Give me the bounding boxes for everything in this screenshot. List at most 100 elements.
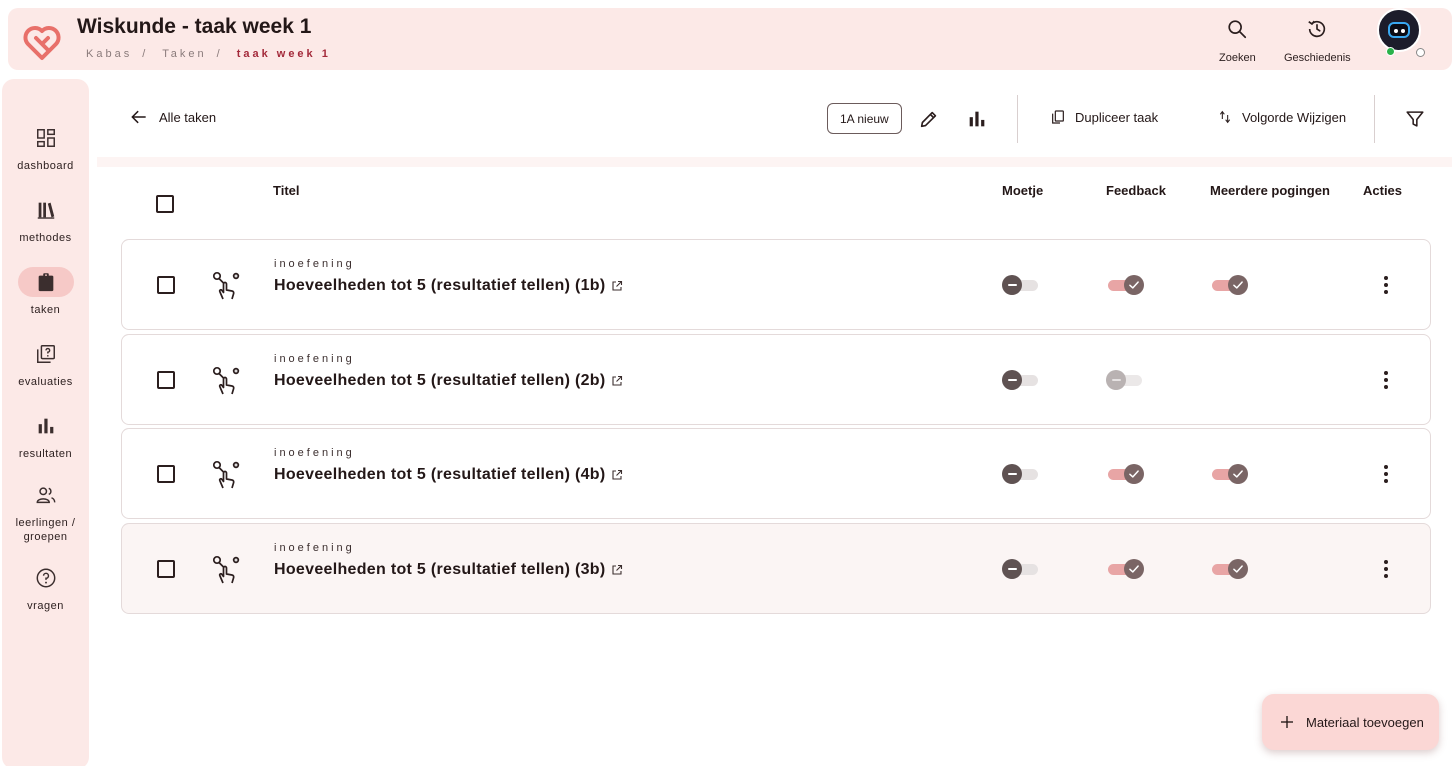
books-icon (37, 202, 54, 219)
moetje-toggle[interactable] (1002, 559, 1040, 579)
attempts-toggle[interactable] (1210, 275, 1248, 295)
task-title-link[interactable]: Hoeveelheden tot 5 (resultatief tellen) … (274, 466, 623, 484)
task-kind: inoefening (274, 542, 355, 554)
external-link-icon (612, 375, 623, 386)
class-chip[interactable]: 1A nieuw (827, 103, 902, 134)
bar-chart-icon[interactable] (966, 108, 988, 130)
duplicate-task-button[interactable]: Dupliceer taak (1050, 109, 1158, 125)
row-checkbox[interactable] (157, 465, 175, 483)
task-title: Hoeveelheden tot 5 (resultatief tellen) … (274, 372, 606, 389)
column-header-attempts: Meerdere pogingen (1210, 183, 1330, 198)
column-header-feedback: Feedback (1106, 183, 1166, 198)
row-actions-menu-icon[interactable] (1376, 274, 1396, 296)
clipboard-icon (38, 273, 53, 292)
interactive-exercise-icon (212, 366, 240, 395)
external-link-icon (612, 564, 623, 575)
table-row[interactable]: inoefening Hoeveelheden tot 5 (resultatie… (121, 428, 1431, 519)
interactive-exercise-icon (212, 555, 240, 584)
sidebar-item-dashboard[interactable]: dashboard (2, 123, 89, 173)
table-row[interactable]: inoefening Hoeveelheden tot 5 (resultatie… (121, 523, 1431, 614)
feedback-toggle[interactable] (1106, 559, 1144, 579)
arrow-left-icon (131, 110, 146, 124)
sidebar-item-label: dashboard (17, 160, 74, 172)
feedback-toggle[interactable] (1106, 464, 1144, 484)
row-checkbox[interactable] (157, 371, 175, 389)
settings-dot (1416, 48, 1425, 57)
task-toolbar: Alle taken 1A nieuw Dupliceer taak Volgo… (97, 79, 1452, 157)
row-actions-menu-icon[interactable] (1376, 558, 1396, 580)
history-label: Geschiedenis (1284, 52, 1351, 64)
page-title: Wiskunde - taak week 1 (77, 15, 312, 38)
toolbar-separator (97, 157, 1452, 167)
search-label: Zoeken (1219, 52, 1256, 64)
toolbar-divider (1017, 95, 1018, 143)
sidebar-item-label-2: groepen (23, 531, 68, 543)
sidebar-item-label: leerlingen / (15, 517, 76, 529)
table-row[interactable]: inoefening Hoeveelheden tot 5 (resultatie… (121, 334, 1431, 425)
task-title-link[interactable]: Hoeveelheden tot 5 (resultatief tellen) … (274, 561, 623, 579)
sidebar-item-label: methodes (19, 232, 72, 244)
duplicate-label: Dupliceer taak (1075, 109, 1159, 125)
row-actions-menu-icon[interactable] (1376, 463, 1396, 485)
feedback-toggle[interactable] (1106, 275, 1144, 295)
sidebar-item-label: evaluaties (18, 376, 73, 388)
table-row[interactable]: inoefening Hoeveelheden tot 5 (resultatie… (121, 239, 1431, 330)
reorder-button[interactable]: Volgorde Wijzigen (1217, 109, 1346, 125)
sidebar-item-taken[interactable]: taken (2, 267, 89, 317)
help-icon (36, 568, 55, 588)
attempts-toggle[interactable] (1210, 464, 1248, 484)
avatar[interactable] (1377, 8, 1421, 52)
interactive-exercise-icon (212, 460, 240, 489)
breadcrumb-item-kabas[interactable]: Kabas (86, 48, 132, 60)
task-title-link[interactable]: Hoeveelheden tot 5 (resultatief tellen) … (274, 372, 623, 390)
pencil-icon[interactable] (918, 108, 940, 130)
reorder-label: Volgorde Wijzigen (1242, 109, 1347, 125)
sidebar-item-evaluaties[interactable]: evaluaties (2, 339, 89, 389)
external-link-icon (612, 280, 623, 291)
people-icon (36, 487, 55, 504)
search-icon (1228, 20, 1247, 39)
back-to-all-tasks-button[interactable]: Alle taken (129, 107, 216, 127)
sidebar-item-label: vragen (27, 600, 64, 612)
row-checkbox[interactable] (157, 276, 175, 294)
task-title-link[interactable]: Hoeveelheden tot 5 (resultatief tellen) … (274, 277, 623, 295)
search-button[interactable]: Zoeken (1219, 18, 1256, 64)
online-status-dot (1386, 47, 1395, 56)
copy-icon (1052, 110, 1064, 124)
select-all-checkbox[interactable] (156, 195, 174, 213)
breadcrumb: Kabas / Taken / taak week 1 (86, 48, 331, 60)
external-link-icon (612, 469, 623, 480)
column-header-title: Titel (273, 183, 300, 198)
task-kind: inoefening (274, 353, 355, 365)
avatar-eye (1401, 29, 1405, 33)
avatar-robot-face (1388, 22, 1410, 38)
sidebar-item-leerlingen[interactable]: leerlingen / groepen (2, 480, 89, 544)
bar-chart-icon (38, 418, 53, 434)
task-table: Titel Moetje Feedback Meerdere pogingen … (97, 167, 1452, 766)
quiz-icon (36, 345, 55, 363)
plus-icon (1281, 716, 1293, 728)
task-title: Hoeveelheden tot 5 (resultatief tellen) … (274, 561, 606, 578)
back-label: Alle taken (159, 109, 217, 125)
history-button[interactable]: Geschiedenis (1284, 18, 1351, 64)
avatar-eye (1394, 29, 1398, 33)
task-kind: inoefening (274, 447, 355, 459)
column-header-moetje: Moetje (1002, 183, 1044, 198)
kabas-logo[interactable] (22, 18, 62, 62)
sidebar-item-vragen[interactable]: vragen (2, 563, 89, 613)
sidebar-item-resultaten[interactable]: resultaten (2, 411, 89, 461)
moetje-toggle[interactable] (1002, 464, 1040, 484)
add-material-button[interactable]: Materiaal toevoegen (1262, 694, 1439, 750)
feedback-toggle (1106, 370, 1144, 390)
moetje-toggle[interactable] (1002, 275, 1040, 295)
row-checkbox[interactable] (157, 560, 175, 578)
attempts-toggle[interactable] (1210, 559, 1248, 579)
breadcrumb-item-taken[interactable]: Taken (162, 48, 206, 60)
moetje-toggle[interactable] (1002, 370, 1040, 390)
row-actions-menu-icon[interactable] (1376, 369, 1396, 391)
task-kind: inoefening (274, 258, 355, 270)
column-header-actions: Acties (1363, 183, 1403, 198)
sidebar-item-methodes[interactable]: methodes (2, 195, 89, 245)
interactive-exercise-icon (212, 271, 240, 300)
filter-icon[interactable] (1404, 108, 1426, 130)
